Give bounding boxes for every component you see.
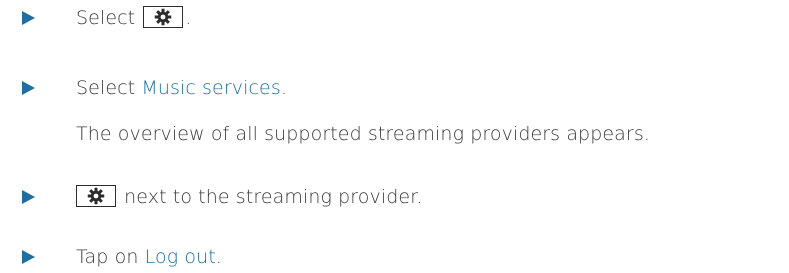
step-1: Select .: [76, 5, 192, 30]
step-3-suffix: next to the streaming provider.: [118, 186, 423, 208]
bullet-arrow-icon: [22, 81, 35, 95]
step-2-note: The overview of all supported streaming …: [76, 123, 650, 145]
step-4: Tap on Log out.: [76, 245, 222, 269]
log-out-link[interactable]: Log out: [145, 246, 216, 268]
settings-button[interactable]: [143, 5, 184, 28]
bullet-arrow-icon: [22, 190, 35, 204]
bullet-arrow-icon: [22, 250, 35, 264]
step-4-suffix: .: [215, 246, 222, 268]
gear-icon: [87, 187, 105, 204]
step-2-prefix: Select: [76, 77, 142, 99]
bullet-arrow-icon: [22, 11, 35, 25]
step-2-suffix: .: [280, 77, 287, 99]
step-1-suffix: .: [185, 7, 192, 29]
music-services-link[interactable]: Music services: [141, 77, 280, 99]
provider-settings-button[interactable]: [76, 184, 116, 207]
gear-icon: [155, 8, 172, 25]
step-4-prefix: Tap on: [76, 246, 145, 268]
step-3: next to the streaming provider.: [76, 184, 423, 209]
step-1-prefix: Select: [76, 7, 142, 29]
step-2: Select Music services.: [76, 76, 287, 100]
